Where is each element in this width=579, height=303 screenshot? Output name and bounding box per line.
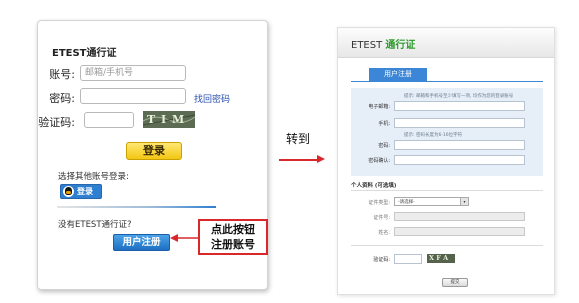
registration-page: ETEST 通行证 用户注册 提示: 邮箱和手机号至少填写一项, 均作为您的登录… bbox=[337, 27, 555, 295]
tab-user-register[interactable]: 用户注册 bbox=[369, 68, 427, 81]
divider bbox=[57, 206, 216, 208]
name-input[interactable] bbox=[394, 227, 525, 236]
id-type-label: 证件类型: bbox=[368, 200, 390, 206]
confirm-password-input[interactable] bbox=[394, 155, 525, 165]
goto-label: 转到 bbox=[286, 132, 311, 146]
password-label: 密码: bbox=[49, 92, 75, 105]
qq-login-button[interactable]: 登录 bbox=[60, 184, 102, 199]
qq-penguin-icon bbox=[63, 186, 74, 197]
section-title: 个人资料 (可选填) bbox=[351, 183, 397, 189]
name-label: 姓名: bbox=[378, 230, 390, 236]
reg-captcha-text: X F A L bbox=[429, 254, 449, 263]
forgot-password-link[interactable]: 找回密码 bbox=[194, 92, 230, 105]
callout-arrow-icon bbox=[170, 234, 200, 242]
id-number-input[interactable] bbox=[394, 212, 525, 221]
registration-brand: ETEST 通行证 bbox=[351, 36, 415, 51]
login-title: ETEST通行证 bbox=[52, 48, 117, 59]
login-button[interactable]: 登录 bbox=[126, 142, 182, 160]
reg-captcha-label: 验证码: bbox=[373, 257, 390, 263]
account-input[interactable]: 邮箱/手机号 bbox=[80, 65, 186, 81]
other-login-label: 选择其他账号登录: bbox=[58, 172, 129, 182]
arrow-head bbox=[317, 155, 325, 163]
confirm-password-label: 密码确认: bbox=[368, 158, 390, 164]
captcha-label: 验证码: bbox=[38, 116, 75, 129]
password-hint: 提示: 密码长度为6-16位字符 bbox=[404, 133, 463, 138]
captcha-image[interactable]: T I M B bbox=[143, 111, 195, 128]
phone-label: 手机: bbox=[378, 121, 390, 127]
select-arrow-icon: ▾ bbox=[460, 198, 468, 205]
tab-underline bbox=[351, 81, 543, 82]
email-hint: 提示: 邮箱和手机号至少填写一项, 均作为您的登录账号 bbox=[404, 94, 514, 99]
section-divider bbox=[351, 190, 543, 191]
brand-prefix: ETEST bbox=[351, 40, 386, 51]
callout-box: 点此按钮 注册账号 bbox=[198, 219, 268, 255]
account-placeholder: 邮箱/手机号 bbox=[85, 68, 134, 78]
reg-captcha-image[interactable]: X F A L bbox=[427, 254, 455, 263]
reg-captcha-input[interactable] bbox=[394, 254, 422, 264]
arrow-right-icon bbox=[279, 159, 319, 161]
registration-header: ETEST 通行证 bbox=[338, 28, 554, 58]
brand-highlight: 通行证 bbox=[385, 40, 416, 51]
id-number-label: 证件号: bbox=[373, 215, 390, 221]
submit-button[interactable]: 提交 bbox=[442, 278, 468, 287]
phone-input[interactable] bbox=[394, 118, 525, 128]
no-account-text: 没有ETEST通行证? bbox=[58, 220, 132, 230]
reg-password-input[interactable] bbox=[394, 140, 525, 150]
captcha-input[interactable] bbox=[84, 112, 134, 128]
register-button[interactable]: 用户注册 bbox=[113, 234, 170, 251]
password-input[interactable] bbox=[80, 88, 186, 104]
id-type-value: -请选择- bbox=[398, 200, 415, 205]
callout-line-1: 点此按钮 bbox=[211, 223, 255, 236]
account-label: 账号: bbox=[49, 68, 75, 81]
callout-line-2: 注册账号 bbox=[211, 238, 255, 251]
section-divider-2 bbox=[351, 245, 543, 246]
captcha-text: T I M B bbox=[147, 113, 186, 128]
qq-login-label: 登录 bbox=[77, 187, 93, 196]
id-type-select[interactable]: -请选择- ▾ bbox=[394, 197, 469, 206]
email-input[interactable] bbox=[394, 101, 525, 111]
email-label: 电子邮箱: bbox=[368, 104, 390, 110]
reg-password-label: 密码: bbox=[378, 143, 390, 149]
